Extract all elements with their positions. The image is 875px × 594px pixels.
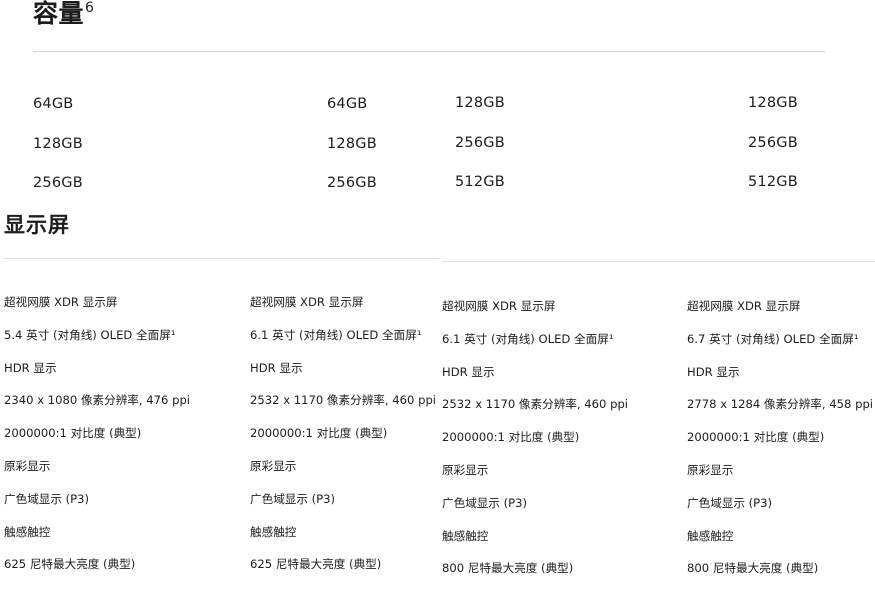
capacity-value: 128GB xyxy=(455,95,505,111)
display-spec: 触感触控 xyxy=(687,528,734,543)
display-spec: 2532 x 1170 像素分辨率, 460 ppi xyxy=(250,393,437,408)
display-spec: 2340 x 1080 像素分辨率, 476 ppi xyxy=(4,393,191,408)
capacity-value: 64GB xyxy=(33,96,74,112)
capacity-heading-text: 容量 xyxy=(33,0,85,28)
capacity-value: 64GB xyxy=(327,96,368,112)
display-spec: 800 尼特最大亮度 (典型) xyxy=(442,561,574,576)
display-column-3: 超视网膜 XDR 显示屏 6.1 英寸 (对角线) OLED 全面屏¹ HDR … xyxy=(442,299,628,594)
display-spec: 625 尼特最大亮度 (典型) xyxy=(4,557,136,572)
display-spec: 5.4 英寸 (对角线) OLED 全面屏¹ xyxy=(4,327,176,342)
display-spec: HDR 显示 xyxy=(442,364,495,379)
display-spec: 超视网膜 XDR 显示屏 xyxy=(442,299,556,313)
display-spec: 2532 x 1170 像素分辨率, 460 ppi xyxy=(442,397,629,412)
capacity-value: 128GB xyxy=(748,95,798,111)
display-spec: HDR 显示 xyxy=(687,364,740,379)
display-spec: 2000000:1 对比度 (典型) xyxy=(442,430,580,445)
capacity-column-2: 64GB 128GB 256GB xyxy=(327,96,377,215)
display-spec: HDR 显示 xyxy=(4,360,57,375)
capacity-value: 256GB xyxy=(33,175,83,191)
display-spec: 800 尼特最大亮度 (典型) xyxy=(687,561,819,576)
capacity-column-1: 64GB 128GB 256GB xyxy=(33,96,83,215)
display-column-2: 超视网膜 XDR 显示屏 6.1 英寸 (对角线) OLED 全面屏¹ HDR … xyxy=(250,295,436,590)
display-spec: 原彩显示 xyxy=(687,462,734,477)
display-spec: 广色域显示 (P3) xyxy=(4,491,90,506)
capacity-footnote-link[interactable]: 6 xyxy=(85,0,94,16)
capacity-value: 256GB xyxy=(327,175,377,191)
display-spec: 2000000:1 对比度 (典型) xyxy=(4,426,142,441)
display-spec: 触感触控 xyxy=(250,524,297,539)
display-spec: 广色域显示 (P3) xyxy=(442,495,528,510)
capacity-divider xyxy=(33,51,825,52)
display-spec: 2000000:1 对比度 (典型) xyxy=(687,430,825,445)
display-divider-left xyxy=(4,258,439,259)
display-spec: 2778 x 1284 像素分辨率, 458 ppi xyxy=(687,397,874,412)
display-column-4: 超视网膜 XDR 显示屏 6.7 英寸 (对角线) OLED 全面屏¹ HDR … xyxy=(687,299,873,594)
capacity-value: 512GB xyxy=(748,174,798,190)
capacity-value: 256GB xyxy=(748,134,798,151)
capacity-value: 128GB xyxy=(327,135,377,152)
display-spec: 原彩显示 xyxy=(250,458,297,473)
display-spec: 触感触控 xyxy=(442,528,489,543)
capacity-column-3: 128GB 256GB 512GB xyxy=(455,95,505,214)
display-spec: 2000000:1 对比度 (典型) xyxy=(250,426,388,441)
display-spec: 原彩显示 xyxy=(442,462,489,477)
display-spec: 6.7 英寸 (对角线) OLED 全面屏¹ xyxy=(687,331,859,346)
display-spec: 广色域显示 (P3) xyxy=(250,491,336,506)
capacity-column-4: 128GB 256GB 512GB xyxy=(748,95,798,214)
display-spec: 6.1 英寸 (对角线) OLED 全面屏¹ xyxy=(442,331,614,346)
display-spec: 触感触控 xyxy=(4,524,51,539)
capacity-value: 512GB xyxy=(455,174,505,190)
capacity-value: 128GB xyxy=(33,135,83,152)
display-spec: 超视网膜 XDR 显示屏 xyxy=(4,295,118,309)
display-spec: 广色域显示 (P3) xyxy=(687,495,773,510)
display-spec: 超视网膜 XDR 显示屏 xyxy=(687,299,801,313)
display-column-1: 超视网膜 XDR 显示屏 5.4 英寸 (对角线) OLED 全面屏¹ HDR … xyxy=(4,295,190,590)
display-spec: 超视网膜 XDR 显示屏 xyxy=(250,295,364,309)
capacity-heading: 容量6 xyxy=(33,0,94,32)
display-spec: HDR 显示 xyxy=(250,360,303,375)
display-heading: 显示屏 xyxy=(4,213,70,237)
display-spec: 625 尼特最大亮度 (典型) xyxy=(250,557,382,572)
capacity-value: 256GB xyxy=(455,134,505,151)
display-spec: 6.1 英寸 (对角线) OLED 全面屏¹ xyxy=(250,327,422,342)
display-spec: 原彩显示 xyxy=(4,458,51,473)
display-divider-right xyxy=(442,261,875,262)
